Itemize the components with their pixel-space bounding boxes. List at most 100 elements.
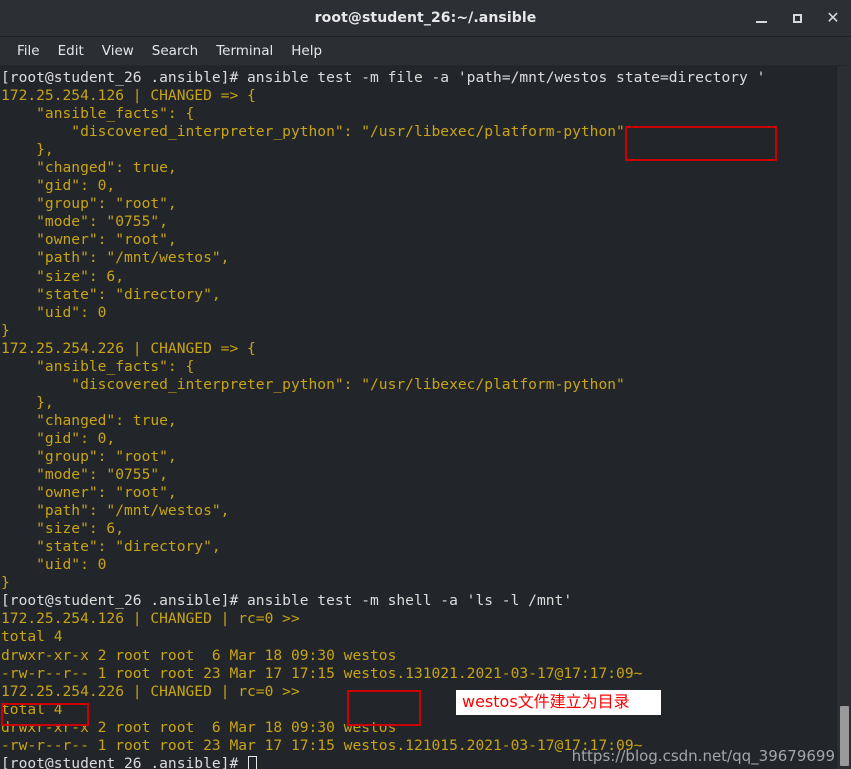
terminal-line-text: }	[1, 321, 10, 339]
terminal-line: [root@student_26 .ansible]# ansible test…	[1, 592, 836, 610]
terminal-line-text: 172.25.254.126 | CHANGED => {	[1, 87, 256, 105]
terminal-line-text: total 4	[1, 700, 63, 718]
terminal-content-area[interactable]: [root@student_26 .ansible]# ansible test…	[0, 66, 851, 769]
terminal-window: root@student_26:~/.ansible ✕ File Edit V…	[0, 0, 851, 769]
window-title: root@student_26:~/.ansible	[314, 10, 537, 26]
terminal-line: },	[1, 141, 836, 159]
terminal-line-text: }	[1, 574, 10, 592]
terminal-line: "ansible_facts": {	[1, 358, 836, 376]
terminal-line: total 4	[1, 628, 836, 646]
terminal-line-text: "path": "/mnt/westos",	[1, 249, 230, 267]
terminal-line: "owner": "root",	[1, 484, 836, 502]
terminal-line-text: "gid": 0,	[1, 429, 116, 447]
terminal-line: }	[1, 574, 836, 592]
terminal-line-text: "size": 6,	[1, 520, 125, 538]
terminal-line-text: "ansible_facts": {	[1, 105, 195, 123]
title-bar: root@student_26:~/.ansible ✕	[0, 0, 851, 37]
terminal-line-text: "size": 6,	[1, 267, 125, 285]
terminal-line-text: "mode": "0755",	[1, 466, 168, 484]
terminal-line-text: "uid": 0	[1, 556, 107, 574]
close-icon: ✕	[826, 8, 840, 27]
westos-directory-note: westos文件建立为目录	[456, 690, 661, 715]
terminal-line-text: 172.25.254.226 | CHANGED | rc=0 >>	[1, 682, 300, 700]
terminal-line: 172.25.254.226 | CHANGED => {	[1, 340, 836, 358]
terminal-line-text: "group": "root",	[1, 447, 177, 465]
terminal-line-text: "ansible_facts": {	[1, 357, 195, 375]
close-button[interactable]: ✕	[825, 10, 841, 26]
terminal-line: "path": "/mnt/westos",	[1, 502, 836, 520]
terminal-line-text: drwxr-xr-x 2 root root 6 Mar 18 09:30 we…	[1, 718, 397, 736]
terminal-line-text: [root@student_26 .ansible]#	[1, 754, 248, 769]
terminal-line-text: "changed": true,	[1, 159, 177, 177]
maximize-icon	[792, 13, 802, 23]
menu-item-search[interactable]: Search	[143, 41, 207, 61]
terminal-line: "size": 6,	[1, 268, 836, 286]
terminal-line-text: 172.25.254.226 | CHANGED => {	[1, 339, 256, 357]
terminal-line-text: "state": "directory",	[1, 285, 221, 303]
menu-bar: File Edit View Search Terminal Help	[0, 37, 851, 66]
maximize-button[interactable]	[789, 10, 805, 26]
minimize-icon	[755, 20, 767, 23]
terminal-line-text: -rw-r--r-- 1 root root 23 Mar 17 17:15 w…	[1, 736, 643, 754]
menu-item-edit[interactable]: Edit	[49, 41, 93, 61]
terminal-line-text: "owner": "root",	[1, 484, 177, 502]
terminal-line-text: },	[1, 393, 54, 411]
terminal-line: "size": 6,	[1, 520, 836, 538]
terminal-cursor	[248, 755, 258, 769]
terminal-line: "mode": "0755",	[1, 466, 836, 484]
terminal-line-text: "mode": "0755",	[1, 213, 168, 231]
terminal-line: "ansible_facts": {	[1, 105, 836, 123]
terminal-line: },	[1, 394, 836, 412]
menu-item-help[interactable]: Help	[282, 41, 331, 61]
window-controls: ✕	[753, 0, 841, 36]
terminal-line: "mode": "0755",	[1, 213, 836, 231]
terminal-line-text: drwxr-xr-x 2 root root 6 Mar 18 09:30 we…	[1, 646, 397, 664]
terminal-line: "group": "root",	[1, 195, 836, 213]
terminal-line: "uid": 0	[1, 556, 836, 574]
menu-item-view[interactable]: View	[93, 41, 143, 61]
terminal-line-text: "path": "/mnt/westos",	[1, 502, 230, 520]
terminal-line: -rw-r--r-- 1 root root 23 Mar 17 17:15 w…	[1, 665, 836, 683]
terminal-line: "gid": 0,	[1, 177, 836, 195]
terminal-line-text: -rw-r--r-- 1 root root 23 Mar 17 17:15 w…	[1, 664, 643, 682]
terminal-line: "gid": 0,	[1, 430, 836, 448]
terminal-line: "state": "directory",	[1, 286, 836, 304]
terminal-line-text: [root@student_26 .ansible]# ansible test…	[1, 69, 766, 86]
scrollbar-thumb[interactable]	[840, 706, 849, 766]
terminal-line-text: "state": "directory",	[1, 538, 221, 556]
terminal-line-text: "changed": true,	[1, 411, 177, 429]
terminal-line: 172.25.254.126 | CHANGED => {	[1, 87, 836, 105]
terminal-line: "changed": true,	[1, 412, 836, 430]
terminal-line-text: },	[1, 141, 54, 159]
watermark-text: https://blog.csdn.net/qq_39679699	[571, 747, 835, 765]
terminal-line-text: "discovered_interpreter_python": "/usr/l…	[1, 123, 625, 141]
terminal-line: total 4	[1, 701, 836, 719]
terminal-line: [root@student_26 .ansible]# ansible test…	[1, 69, 836, 87]
vertical-scrollbar[interactable]	[836, 66, 851, 769]
terminal-line: 172.25.254.126 | CHANGED | rc=0 >>	[1, 610, 836, 628]
terminal-line: "changed": true,	[1, 159, 836, 177]
terminal-line: drwxr-xr-x 2 root root 6 Mar 18 09:30 we…	[1, 647, 836, 665]
terminal-line-text: "discovered_interpreter_python": "/usr/l…	[1, 375, 625, 393]
terminal-line: "group": "root",	[1, 448, 836, 466]
menu-item-file[interactable]: File	[8, 41, 49, 61]
terminal-line-text: "group": "root",	[1, 195, 177, 213]
terminal-line: }	[1, 322, 836, 340]
terminal-line: "state": "directory",	[1, 538, 836, 556]
terminal-line: "discovered_interpreter_python": "/usr/l…	[1, 123, 836, 141]
menu-item-terminal[interactable]: Terminal	[207, 41, 282, 61]
terminal-line: "owner": "root",	[1, 231, 836, 249]
terminal-line: drwxr-xr-x 2 root root 6 Mar 18 09:30 we…	[1, 719, 836, 737]
terminal-line-text: 172.25.254.126 | CHANGED | rc=0 >>	[1, 610, 300, 628]
terminal-line-text: total 4	[1, 628, 63, 646]
terminal-line-text: "uid": 0	[1, 303, 107, 321]
terminal-line: "uid": 0	[1, 304, 836, 322]
terminal-line: "discovered_interpreter_python": "/usr/l…	[1, 376, 836, 394]
terminal-line-text: "owner": "root",	[1, 231, 177, 249]
terminal-line: 172.25.254.226 | CHANGED | rc=0 >>	[1, 683, 836, 701]
terminal-line-text: [root@student_26 .ansible]# ansible test…	[1, 592, 573, 610]
terminal-line: "path": "/mnt/westos",	[1, 249, 836, 267]
minimize-button[interactable]	[753, 10, 769, 26]
terminal-output[interactable]: [root@student_26 .ansible]# ansible test…	[0, 66, 836, 769]
terminal-line-text: "gid": 0,	[1, 177, 116, 195]
